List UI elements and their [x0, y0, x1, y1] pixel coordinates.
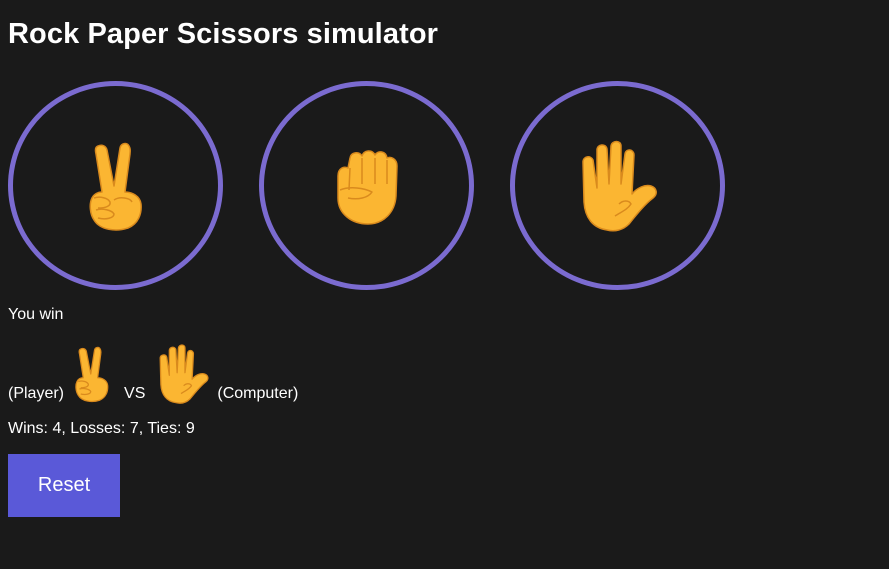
victory-hand-icon	[89, 142, 142, 231]
computer-choice	[155, 344, 211, 404]
matchup-row: (Player) VS (Computer)	[8, 338, 298, 404]
vs-label: VS	[124, 385, 146, 402]
raised-hand-icon	[581, 140, 657, 231]
page: Rock Paper Scissors simulator You win (P…	[0, 0, 889, 569]
score-text: Wins: 4, Losses: 7, Ties: 9	[8, 420, 195, 437]
page-title: Rock Paper Scissors simulator	[8, 18, 439, 50]
victory-hand-icon	[75, 346, 109, 403]
player-choice	[72, 344, 112, 404]
reset-button[interactable]: Reset	[8, 454, 120, 517]
choice-buttons	[8, 81, 725, 290]
raised-hand-icon	[159, 344, 209, 404]
result-message: You win	[8, 306, 64, 323]
paper-button[interactable]	[510, 81, 725, 290]
rock-button[interactable]	[259, 81, 474, 290]
raised-fist-icon	[336, 149, 398, 225]
computer-label: (Computer)	[217, 385, 299, 402]
scissors-button[interactable]	[8, 81, 223, 290]
player-label: (Player)	[8, 385, 65, 402]
